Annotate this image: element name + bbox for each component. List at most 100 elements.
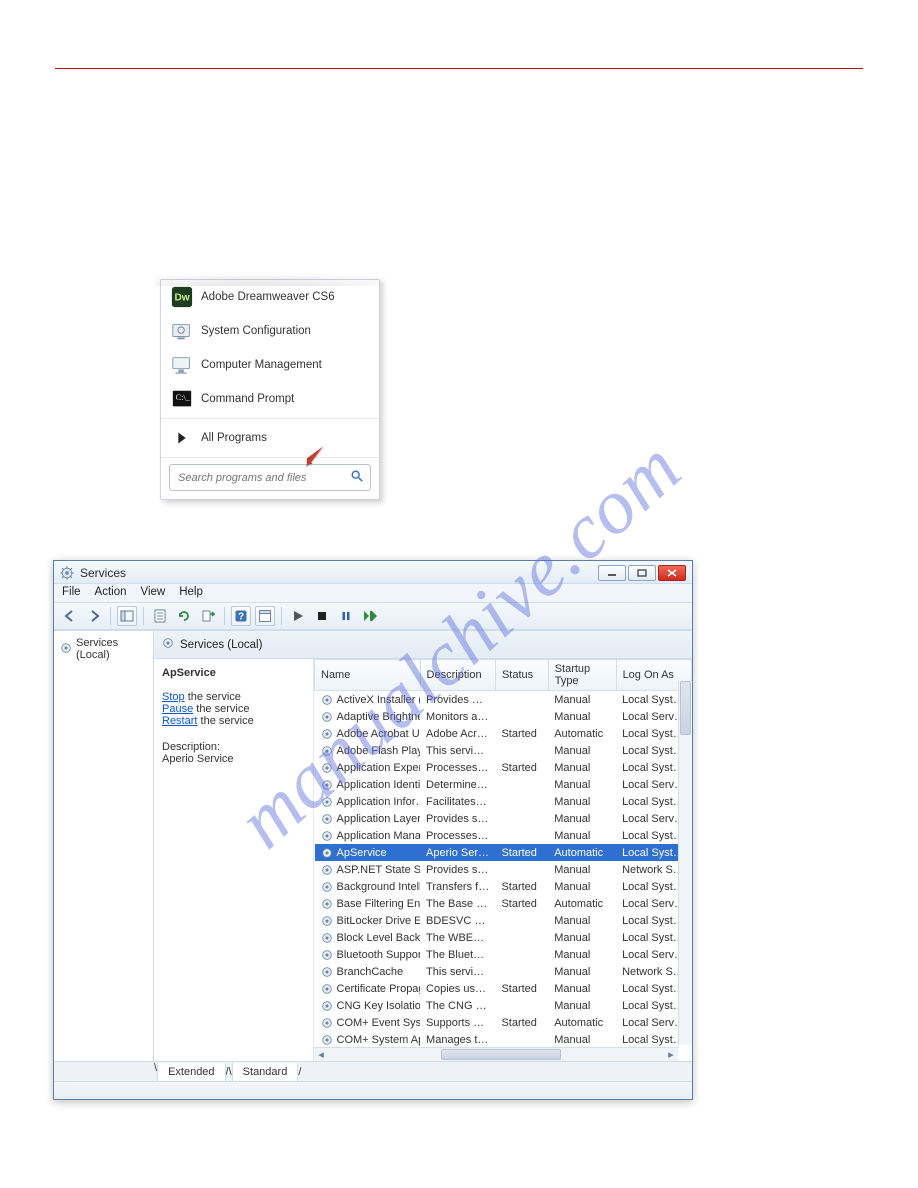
svg-text:C:\_: C:\_ — [176, 393, 191, 402]
refresh-button[interactable] — [174, 606, 194, 626]
vertical-scrollbar[interactable] — [678, 681, 692, 1045]
table-row[interactable]: ApServiceAperio Servi…StartedAutomaticLo… — [315, 844, 692, 861]
system-configuration-icon — [171, 320, 193, 342]
gear-icon — [321, 796, 333, 808]
gear-icon — [321, 830, 333, 842]
column-header[interactable]: Description — [420, 660, 495, 691]
export-button[interactable] — [198, 606, 218, 626]
table-row[interactable]: Application Layer …Provides su…ManualLoc… — [315, 810, 692, 827]
table-row[interactable]: Background Intelli…Transfers fil…Started… — [315, 878, 692, 895]
forward-button[interactable] — [84, 606, 104, 626]
command-prompt-icon: C:\_ — [171, 388, 193, 410]
start-menu-all-programs[interactable]: All Programs — [161, 421, 379, 455]
gear-icon — [321, 864, 333, 876]
gear-icon — [321, 932, 333, 944]
start-menu-item-label: Computer Management — [201, 359, 322, 371]
table-row[interactable]: COM+ System Ap…Manages th…ManualLocal Sy… — [315, 1031, 692, 1048]
minimize-button[interactable] — [598, 565, 626, 581]
gear-icon — [321, 1034, 333, 1046]
table-row[interactable]: Certificate Propag…Copies user …StartedM… — [315, 980, 692, 997]
search-icon — [350, 469, 364, 486]
description-text: Aperio Service — [162, 753, 305, 765]
details-header: Services (Local) — [154, 631, 692, 659]
selected-service-name: ApService — [162, 667, 305, 679]
view-tabs: \ Extended /\ Standard / — [54, 1061, 692, 1081]
restart-link[interactable]: Restart — [162, 715, 197, 727]
gear-icon — [321, 728, 333, 740]
window-title: Services — [80, 566, 126, 580]
gear-icon — [321, 1017, 333, 1029]
column-header[interactable]: Name — [315, 660, 421, 691]
gear-icon — [321, 694, 333, 706]
annotation-arrow-icon — [300, 443, 328, 471]
start-menu-item-label: System Configuration — [201, 325, 311, 337]
show-hide-tree-button[interactable] — [117, 606, 137, 626]
table-row[interactable]: BranchCacheThis service …ManualNetwork S… — [315, 963, 692, 980]
start-menu-item[interactable]: System Configuration — [161, 314, 379, 348]
search-input[interactable] — [176, 471, 350, 485]
table-row[interactable]: Adaptive BrightnessMonitors a…ManualLoca… — [315, 708, 692, 725]
dreamweaver-icon: Dw — [171, 286, 193, 308]
tab-standard[interactable]: Standard — [232, 1063, 299, 1082]
gear-icon — [321, 847, 333, 859]
menubar: File Action View Help — [54, 583, 692, 603]
gear-icon — [321, 711, 333, 723]
table-row[interactable]: BitLocker Drive En…BDESVC hos…ManualLoca… — [315, 912, 692, 929]
maximize-button[interactable] — [628, 565, 656, 581]
gear-icon — [321, 881, 333, 893]
svg-text:Dw: Dw — [174, 293, 189, 304]
table-row[interactable]: Adobe Flash Playe…This service …ManualLo… — [315, 742, 692, 759]
gear-icon — [321, 966, 333, 978]
help-button[interactable]: ? — [231, 606, 251, 626]
table-row[interactable]: COM+ Event Syst…Supports Sy…StartedAutom… — [315, 1014, 692, 1031]
table-row[interactable]: ASP.NET State Ser…Provides su…ManualNetw… — [315, 861, 692, 878]
table-row[interactable]: Application Infor…Facilitates t…ManualLo… — [315, 793, 692, 810]
tree-panel: Services (Local) — [54, 631, 154, 1061]
column-header[interactable]: Status — [495, 660, 548, 691]
svg-text:?: ? — [238, 612, 244, 623]
details-header-label: Services (Local) — [180, 639, 262, 651]
start-menu-search[interactable] — [169, 464, 371, 491]
tree-root[interactable]: Services (Local) — [58, 635, 149, 663]
properties-button[interactable] — [150, 606, 170, 626]
table-row[interactable]: Application IdentityDetermines …ManualLo… — [315, 776, 692, 793]
titlebar: Services — [54, 561, 692, 583]
start-menu-item[interactable]: Computer Management — [161, 348, 379, 382]
computer-management-icon — [171, 354, 193, 376]
table-row[interactable]: Application Mana…Processes in…ManualLoca… — [315, 827, 692, 844]
table-row[interactable]: ActiveX Installer (…Provides Us…ManualLo… — [315, 691, 692, 709]
column-header[interactable]: Startup Type — [548, 660, 616, 691]
table-row[interactable]: CNG Key IsolationThe CNG ke…ManualLocal … — [315, 997, 692, 1014]
table-row[interactable]: Application Experi…Processes a…StartedMa… — [315, 759, 692, 776]
start-menu-item[interactable]: Dw Adobe Dreamweaver CS6 — [161, 280, 379, 314]
pause-link[interactable]: Pause — [162, 703, 193, 715]
gear-icon — [321, 949, 333, 961]
start-menu-item[interactable]: C:\_ Command Prompt — [161, 382, 379, 416]
menu-item[interactable]: File — [62, 586, 81, 598]
properties-dialog-button[interactable] — [255, 606, 275, 626]
close-button[interactable] — [658, 565, 686, 581]
pause-service-button[interactable] — [336, 606, 356, 626]
table-row[interactable]: Base Filtering Engi…The Base Fil…Started… — [315, 895, 692, 912]
menu-item[interactable]: View — [141, 586, 166, 598]
start-service-button[interactable] — [288, 606, 308, 626]
menu-item[interactable]: Help — [179, 586, 203, 598]
gear-icon — [321, 915, 333, 927]
menu-item[interactable]: Action — [95, 586, 127, 598]
service-action-line: Stop the service — [162, 691, 305, 703]
stop-service-button[interactable] — [312, 606, 332, 626]
restart-service-button[interactable] — [360, 606, 380, 626]
table-row[interactable]: Block Level Backu…The WBENG…ManualLocal … — [315, 929, 692, 946]
horizontal-scrollbar[interactable]: ◂▸ — [314, 1047, 678, 1061]
start-menu-item-label: All Programs — [201, 432, 267, 444]
services-app-icon — [60, 566, 74, 580]
all-programs-arrow-icon — [171, 427, 193, 449]
table-row[interactable]: Bluetooth Support…The Bluetoo…ManualLoca… — [315, 946, 692, 963]
stop-link[interactable]: Stop — [162, 691, 185, 703]
services-grid: Name Description Status Startup Type Log… — [314, 659, 692, 1061]
table-row[interactable]: Adobe Acrobat U…Adobe Acro…StartedAutoma… — [315, 725, 692, 742]
gear-icon — [321, 813, 333, 825]
service-detail-panel: ApService Stop the service Pause the ser… — [154, 659, 314, 1061]
back-button[interactable] — [60, 606, 80, 626]
tab-extended[interactable]: Extended — [157, 1063, 225, 1082]
